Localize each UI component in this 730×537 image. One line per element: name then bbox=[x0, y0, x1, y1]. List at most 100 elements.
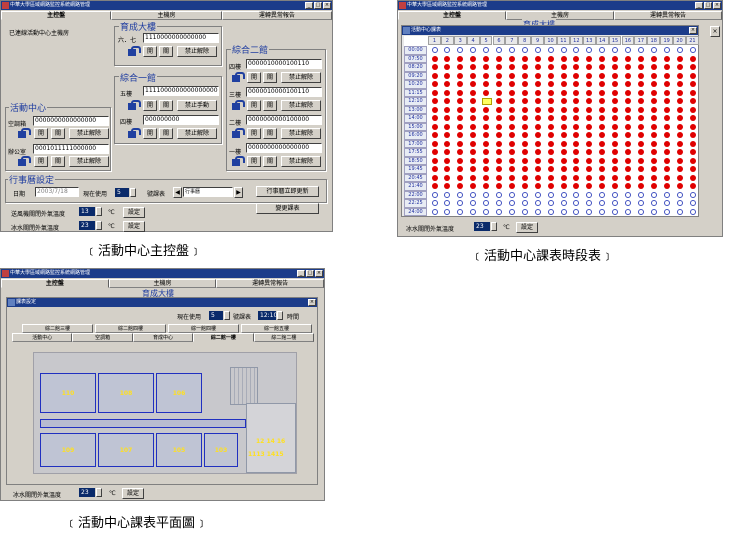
schedule-cell[interactable] bbox=[625, 132, 631, 139]
zonghe1-close-button[interactable]: 關 bbox=[159, 128, 173, 139]
schedule-cell[interactable] bbox=[650, 72, 657, 79]
door-icon[interactable] bbox=[231, 156, 245, 167]
schedule-cell[interactable] bbox=[547, 89, 554, 96]
schedule-cell[interactable] bbox=[560, 166, 567, 173]
schedule-cell[interactable] bbox=[508, 106, 515, 113]
activity-value-field[interactable]: 0000000000000000 bbox=[33, 116, 109, 126]
schedule-cell[interactable] bbox=[457, 157, 464, 164]
schedule-cell[interactable] bbox=[431, 55, 438, 62]
zonghe1-open-button[interactable]: 開 bbox=[143, 100, 157, 111]
zonghe2-close-button[interactable]: 關 bbox=[263, 156, 277, 167]
schedule-cell[interactable] bbox=[573, 149, 580, 156]
schedule-cell[interactable] bbox=[573, 55, 580, 62]
close-icon[interactable]: × bbox=[323, 2, 331, 9]
schedule-cell[interactable] bbox=[521, 89, 528, 96]
schedule-cell[interactable] bbox=[444, 106, 451, 113]
zonghe2-open-button[interactable]: 開 bbox=[247, 100, 261, 111]
schedule-cell[interactable] bbox=[483, 191, 490, 198]
schedule-cell[interactable] bbox=[483, 157, 490, 164]
schedule-cell[interactable] bbox=[470, 64, 477, 71]
schedule-cell[interactable] bbox=[547, 47, 554, 54]
room[interactable]: 106 bbox=[156, 373, 202, 413]
close-icon[interactable]: × bbox=[710, 26, 720, 37]
prev-icon[interactable]: ◀ bbox=[173, 187, 182, 198]
schedule-cell[interactable] bbox=[483, 72, 490, 79]
zonghe2-disable-button[interactable]: 禁止解除 bbox=[281, 156, 321, 167]
schedule-cell[interactable] bbox=[560, 183, 567, 190]
schedule-cell[interactable] bbox=[637, 81, 644, 88]
schedule-cell[interactable] bbox=[470, 47, 477, 54]
window-title-bar[interactable]: 中華大學區域網路監控系統網路管理 _ □ × bbox=[1, 269, 324, 278]
zonghe2-open-button[interactable]: 開 bbox=[247, 128, 261, 139]
schedule-cell[interactable] bbox=[637, 157, 644, 164]
schedule-cell[interactable] bbox=[689, 106, 696, 113]
zonghe2-disable-button[interactable]: 禁止解除 bbox=[281, 72, 321, 83]
set-button[interactable]: 設定 bbox=[122, 488, 144, 499]
schedule-cell[interactable] bbox=[457, 47, 464, 54]
schedule-cell[interactable] bbox=[612, 55, 619, 62]
schedule-cell[interactable] bbox=[689, 115, 696, 122]
tab-zonghe1-5f[interactable]: 綜一館五樓 bbox=[241, 324, 312, 333]
schedule-cell[interactable] bbox=[573, 183, 580, 190]
schedule-cell[interactable] bbox=[470, 191, 477, 198]
schedule-cell[interactable] bbox=[612, 149, 619, 156]
schedule-cell[interactable] bbox=[521, 81, 528, 88]
course-number-field[interactable]: 5 bbox=[115, 188, 129, 197]
schedule-cell[interactable] bbox=[496, 47, 502, 54]
schedule-cell[interactable] bbox=[496, 208, 502, 215]
maximize-icon[interactable]: □ bbox=[314, 2, 322, 9]
schedule-cell[interactable] bbox=[431, 200, 438, 207]
schedule-cell[interactable] bbox=[663, 157, 670, 164]
schedule-cell[interactable] bbox=[650, 157, 657, 164]
schedule-cell[interactable] bbox=[534, 183, 541, 190]
schedule-cell[interactable] bbox=[496, 174, 502, 181]
schedule-cell[interactable] bbox=[586, 98, 593, 105]
schedule-cell[interactable] bbox=[663, 140, 670, 147]
schedule-cell[interactable] bbox=[573, 81, 580, 88]
schedule-cell[interactable] bbox=[547, 200, 554, 207]
schedule-cell[interactable] bbox=[457, 123, 464, 130]
zonghe2-value-field[interactable]: 0000000000100000 bbox=[246, 115, 322, 125]
schedule-cell[interactable] bbox=[637, 47, 644, 54]
schedule-cell[interactable] bbox=[521, 123, 528, 130]
schedule-cell[interactable] bbox=[457, 200, 464, 207]
schedule-cell[interactable] bbox=[508, 174, 515, 181]
schedule-cell[interactable] bbox=[444, 72, 451, 79]
schedule-cell[interactable] bbox=[483, 115, 490, 122]
schedule-cell[interactable] bbox=[586, 132, 593, 139]
schedule-cell[interactable] bbox=[573, 157, 580, 164]
schedule-cell[interactable] bbox=[573, 89, 580, 96]
schedule-cell[interactable] bbox=[663, 47, 670, 54]
zonghe1-open-button[interactable]: 開 bbox=[143, 128, 157, 139]
schedule-cell[interactable] bbox=[496, 106, 502, 113]
schedule-cell[interactable] bbox=[457, 132, 464, 139]
schedule-cell[interactable] bbox=[496, 183, 502, 190]
spinner-icon[interactable] bbox=[277, 311, 283, 320]
zonghe2-value-field[interactable]: 0000010000100110 bbox=[246, 87, 322, 97]
schedule-cell[interactable] bbox=[650, 98, 657, 105]
schedule-cell[interactable] bbox=[663, 183, 670, 190]
door-icon[interactable] bbox=[127, 128, 141, 139]
schedule-cell[interactable] bbox=[560, 115, 567, 122]
spinner-icon[interactable] bbox=[96, 488, 102, 497]
schedule-cell[interactable] bbox=[573, 115, 580, 122]
tab-zonghe2-3f[interactable]: 綜二館三樓 bbox=[22, 324, 93, 333]
schedule-cell[interactable] bbox=[444, 183, 451, 190]
schedule-cell[interactable] bbox=[508, 89, 515, 96]
schedule-cell[interactable] bbox=[676, 149, 683, 156]
schedule-cell[interactable] bbox=[599, 106, 606, 113]
schedule-cell[interactable] bbox=[599, 72, 606, 79]
activity-open-button[interactable]: 開 bbox=[34, 128, 48, 139]
schedule-cell[interactable] bbox=[586, 55, 593, 62]
schedule-cell[interactable] bbox=[625, 47, 631, 54]
schedule-cell[interactable] bbox=[444, 123, 451, 130]
schedule-cell[interactable] bbox=[586, 106, 593, 113]
schedule-cell[interactable] bbox=[496, 191, 502, 198]
schedule-cell[interactable] bbox=[637, 208, 644, 215]
schedule-cell[interactable] bbox=[663, 208, 670, 215]
schedule-cell[interactable] bbox=[444, 174, 451, 181]
zonghe1-disable-button[interactable]: 禁止手動 bbox=[177, 100, 217, 111]
schedule-cell[interactable] bbox=[496, 81, 502, 88]
tab-main-control[interactable]: 主控盤 bbox=[1, 279, 109, 288]
schedule-cell[interactable] bbox=[573, 64, 580, 71]
